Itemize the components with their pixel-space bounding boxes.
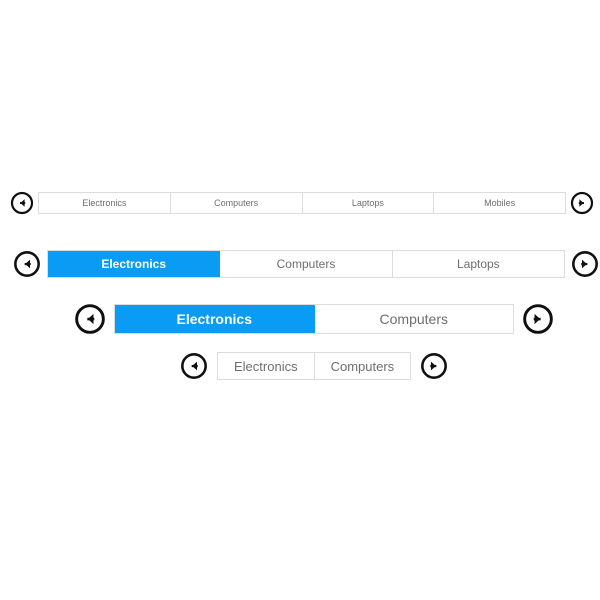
tab-carousel-auto-width: Electronics Computers (180, 352, 448, 380)
tab-computers[interactable]: Computers (314, 305, 513, 333)
carousel-next-button[interactable] (522, 303, 554, 335)
tab-laptops[interactable]: Laptops (392, 251, 564, 277)
tab-laptops[interactable]: Laptops (302, 193, 435, 213)
carousel-prev-button[interactable] (10, 191, 34, 215)
carousel-next-button[interactable] (570, 191, 594, 215)
tab-label: Computers (214, 198, 259, 208)
carousel-next-button[interactable] (420, 352, 448, 380)
tab-computers[interactable]: Computers (314, 353, 411, 379)
tab-label: Mobiles (484, 198, 516, 208)
tab-label: Computers (330, 358, 395, 374)
tab-electronics[interactable]: Electronics (48, 251, 221, 277)
tab-computers[interactable]: Computers (220, 251, 393, 277)
tab-electronics[interactable]: Electronics (115, 305, 315, 333)
tabstrip: Electronics Computers (114, 304, 514, 334)
carousel-next-button[interactable] (571, 250, 599, 278)
tab-label: Electronics (176, 311, 252, 327)
circle-arrow-left-icon (10, 191, 34, 215)
tab-label: Electronics (101, 257, 167, 271)
tab-carousel-medium: Electronics Computers (74, 303, 554, 335)
tab-electronics[interactable]: Electronics (39, 193, 171, 213)
circle-arrow-left-icon (74, 303, 106, 335)
circle-arrow-right-icon (420, 352, 448, 380)
carousel-prev-button[interactable] (74, 303, 106, 335)
circle-arrow-left-icon (13, 250, 41, 278)
circle-arrow-left-icon (180, 352, 208, 380)
tabstrip: Electronics Computers (217, 352, 412, 380)
tab-carousel-small: Electronics Computers Laptops (13, 250, 599, 278)
tab-label: Laptops (351, 198, 384, 208)
tab-label: Computers (276, 257, 336, 271)
circle-arrow-right-icon (522, 303, 554, 335)
tabstrip: Electronics Computers Laptops (47, 250, 565, 278)
tab-mobiles[interactable]: Mobiles (434, 193, 565, 213)
tab-label: Electronics (82, 198, 127, 208)
tabstrip: Electronics Computers Laptops Mobiles (38, 192, 566, 214)
tab-carousel-extra-small: Electronics Computers Laptops Mobiles (10, 191, 594, 215)
circle-arrow-right-icon (571, 250, 599, 278)
tab-computers[interactable]: Computers (170, 193, 303, 213)
tab-electronics[interactable]: Electronics (218, 353, 315, 379)
tab-label: Laptops (456, 257, 500, 271)
carousel-prev-button[interactable] (180, 352, 208, 380)
circle-arrow-right-icon (570, 191, 594, 215)
page-root: Electronics Computers Laptops Mobiles El… (0, 0, 600, 600)
carousel-prev-button[interactable] (13, 250, 41, 278)
tab-label: Electronics (234, 358, 298, 374)
tab-label: Computers (379, 311, 448, 327)
